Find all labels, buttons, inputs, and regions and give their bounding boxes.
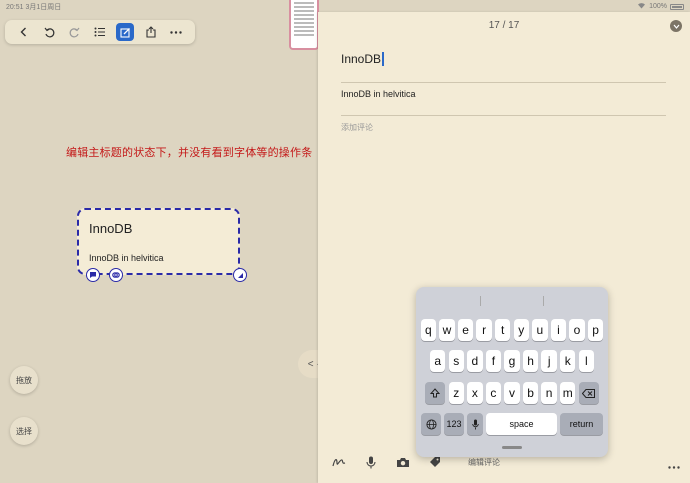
key-d[interactable]: d bbox=[467, 350, 483, 372]
key-f[interactable]: f bbox=[485, 350, 502, 372]
text-cursor bbox=[382, 52, 385, 66]
microphone-icon[interactable] bbox=[360, 451, 382, 473]
key-m[interactable]: m bbox=[560, 382, 576, 404]
separator bbox=[341, 115, 666, 116]
battery-icon bbox=[670, 3, 684, 10]
key-p[interactable]: p bbox=[587, 319, 604, 341]
key-r[interactable]: r bbox=[476, 319, 492, 341]
key-u[interactable]: u bbox=[532, 319, 548, 341]
node-title: InnoDB bbox=[89, 221, 133, 236]
comment-input[interactable]: 添加评论 bbox=[341, 122, 373, 133]
key-b[interactable]: b bbox=[522, 382, 539, 404]
page-thumbnail[interactable] bbox=[289, 0, 319, 50]
key-x[interactable]: x bbox=[467, 382, 483, 404]
key-v[interactable]: v bbox=[504, 382, 520, 404]
camera-icon[interactable] bbox=[392, 451, 414, 473]
shift-icon[interactable] bbox=[425, 382, 446, 404]
numbers-key[interactable]: 123 bbox=[444, 413, 464, 435]
key-l[interactable]: l bbox=[578, 350, 594, 372]
key-c[interactable]: c bbox=[485, 382, 502, 404]
key-y[interactable]: y bbox=[513, 319, 529, 341]
outline-icon[interactable] bbox=[91, 23, 109, 41]
annotation-note: 编辑主标题的状态下，并没有看到字体等的操作条 bbox=[66, 147, 313, 159]
globe-icon[interactable] bbox=[421, 413, 441, 435]
back-icon[interactable] bbox=[15, 23, 33, 41]
drag-button[interactable]: 拖放 bbox=[10, 366, 38, 394]
title-field[interactable]: InnoDB bbox=[341, 52, 385, 66]
key-a[interactable]: a bbox=[429, 350, 446, 372]
key-t[interactable]: t bbox=[495, 319, 511, 341]
key-g[interactable]: g bbox=[504, 350, 520, 372]
page-count: 17 / 17 bbox=[488, 20, 520, 31]
select-button[interactable]: 选择 bbox=[10, 417, 38, 445]
battery-percent: 100% bbox=[649, 3, 667, 10]
key-h[interactable]: h bbox=[522, 350, 539, 372]
redo-icon[interactable] bbox=[66, 23, 84, 41]
title-field-value: InnoDB bbox=[341, 52, 382, 66]
keyboard-row-2: a s d f g h j k l bbox=[416, 350, 608, 372]
node-body: InnoDB in helvitica bbox=[89, 253, 164, 263]
key-q[interactable]: q bbox=[420, 319, 437, 341]
top-toolbar bbox=[5, 20, 195, 44]
edit-comment-button[interactable]: 编辑评论 bbox=[468, 457, 500, 468]
share-icon[interactable] bbox=[142, 23, 160, 41]
keyboard-drag-handle[interactable] bbox=[502, 446, 522, 449]
floating-keyboard: q w e r t y u i o p a s d f g h j k l z … bbox=[416, 287, 608, 457]
prediction-bar bbox=[416, 293, 608, 309]
undo-icon[interactable] bbox=[40, 23, 58, 41]
handwriting-icon[interactable] bbox=[328, 451, 350, 473]
comment-icon[interactable] bbox=[86, 268, 100, 282]
keyboard-row-4: 123 space return bbox=[416, 413, 608, 435]
collapse-chevron-icon[interactable] bbox=[670, 20, 682, 32]
return-key[interactable]: return bbox=[560, 413, 603, 435]
key-e[interactable]: e bbox=[457, 319, 474, 341]
more-icon[interactable] bbox=[668, 456, 680, 474]
wifi-icon bbox=[637, 2, 646, 11]
note-field[interactable]: InnoDB in helvitica bbox=[341, 89, 416, 99]
key-s[interactable]: s bbox=[448, 350, 464, 372]
key-z[interactable]: z bbox=[448, 382, 464, 404]
keyboard-row-3: z x c v b n m bbox=[416, 382, 608, 404]
status-indicators: 100% bbox=[637, 2, 684, 11]
more-icon[interactable] bbox=[167, 23, 185, 41]
key-o[interactable]: o bbox=[569, 319, 585, 341]
key-j[interactable]: j bbox=[541, 350, 557, 372]
edit-icon[interactable] bbox=[116, 23, 135, 41]
resize-handle-icon[interactable] bbox=[233, 268, 247, 282]
key-w[interactable]: w bbox=[439, 319, 455, 341]
mindmap-node[interactable]: InnoDB InnoDB in helvitica bbox=[77, 208, 247, 282]
link-icon[interactable] bbox=[109, 268, 123, 282]
key-k[interactable]: k bbox=[560, 350, 576, 372]
status-time-date: 20:51 3月1日周日 bbox=[6, 4, 62, 11]
dictation-icon[interactable] bbox=[467, 413, 483, 435]
separator bbox=[341, 82, 666, 83]
key-i[interactable]: i bbox=[550, 319, 567, 341]
keyboard-row-1: q w e r t y u i o p bbox=[416, 319, 608, 341]
key-n[interactable]: n bbox=[541, 382, 557, 404]
backspace-icon[interactable] bbox=[578, 382, 599, 404]
space-key[interactable]: space bbox=[486, 413, 557, 435]
